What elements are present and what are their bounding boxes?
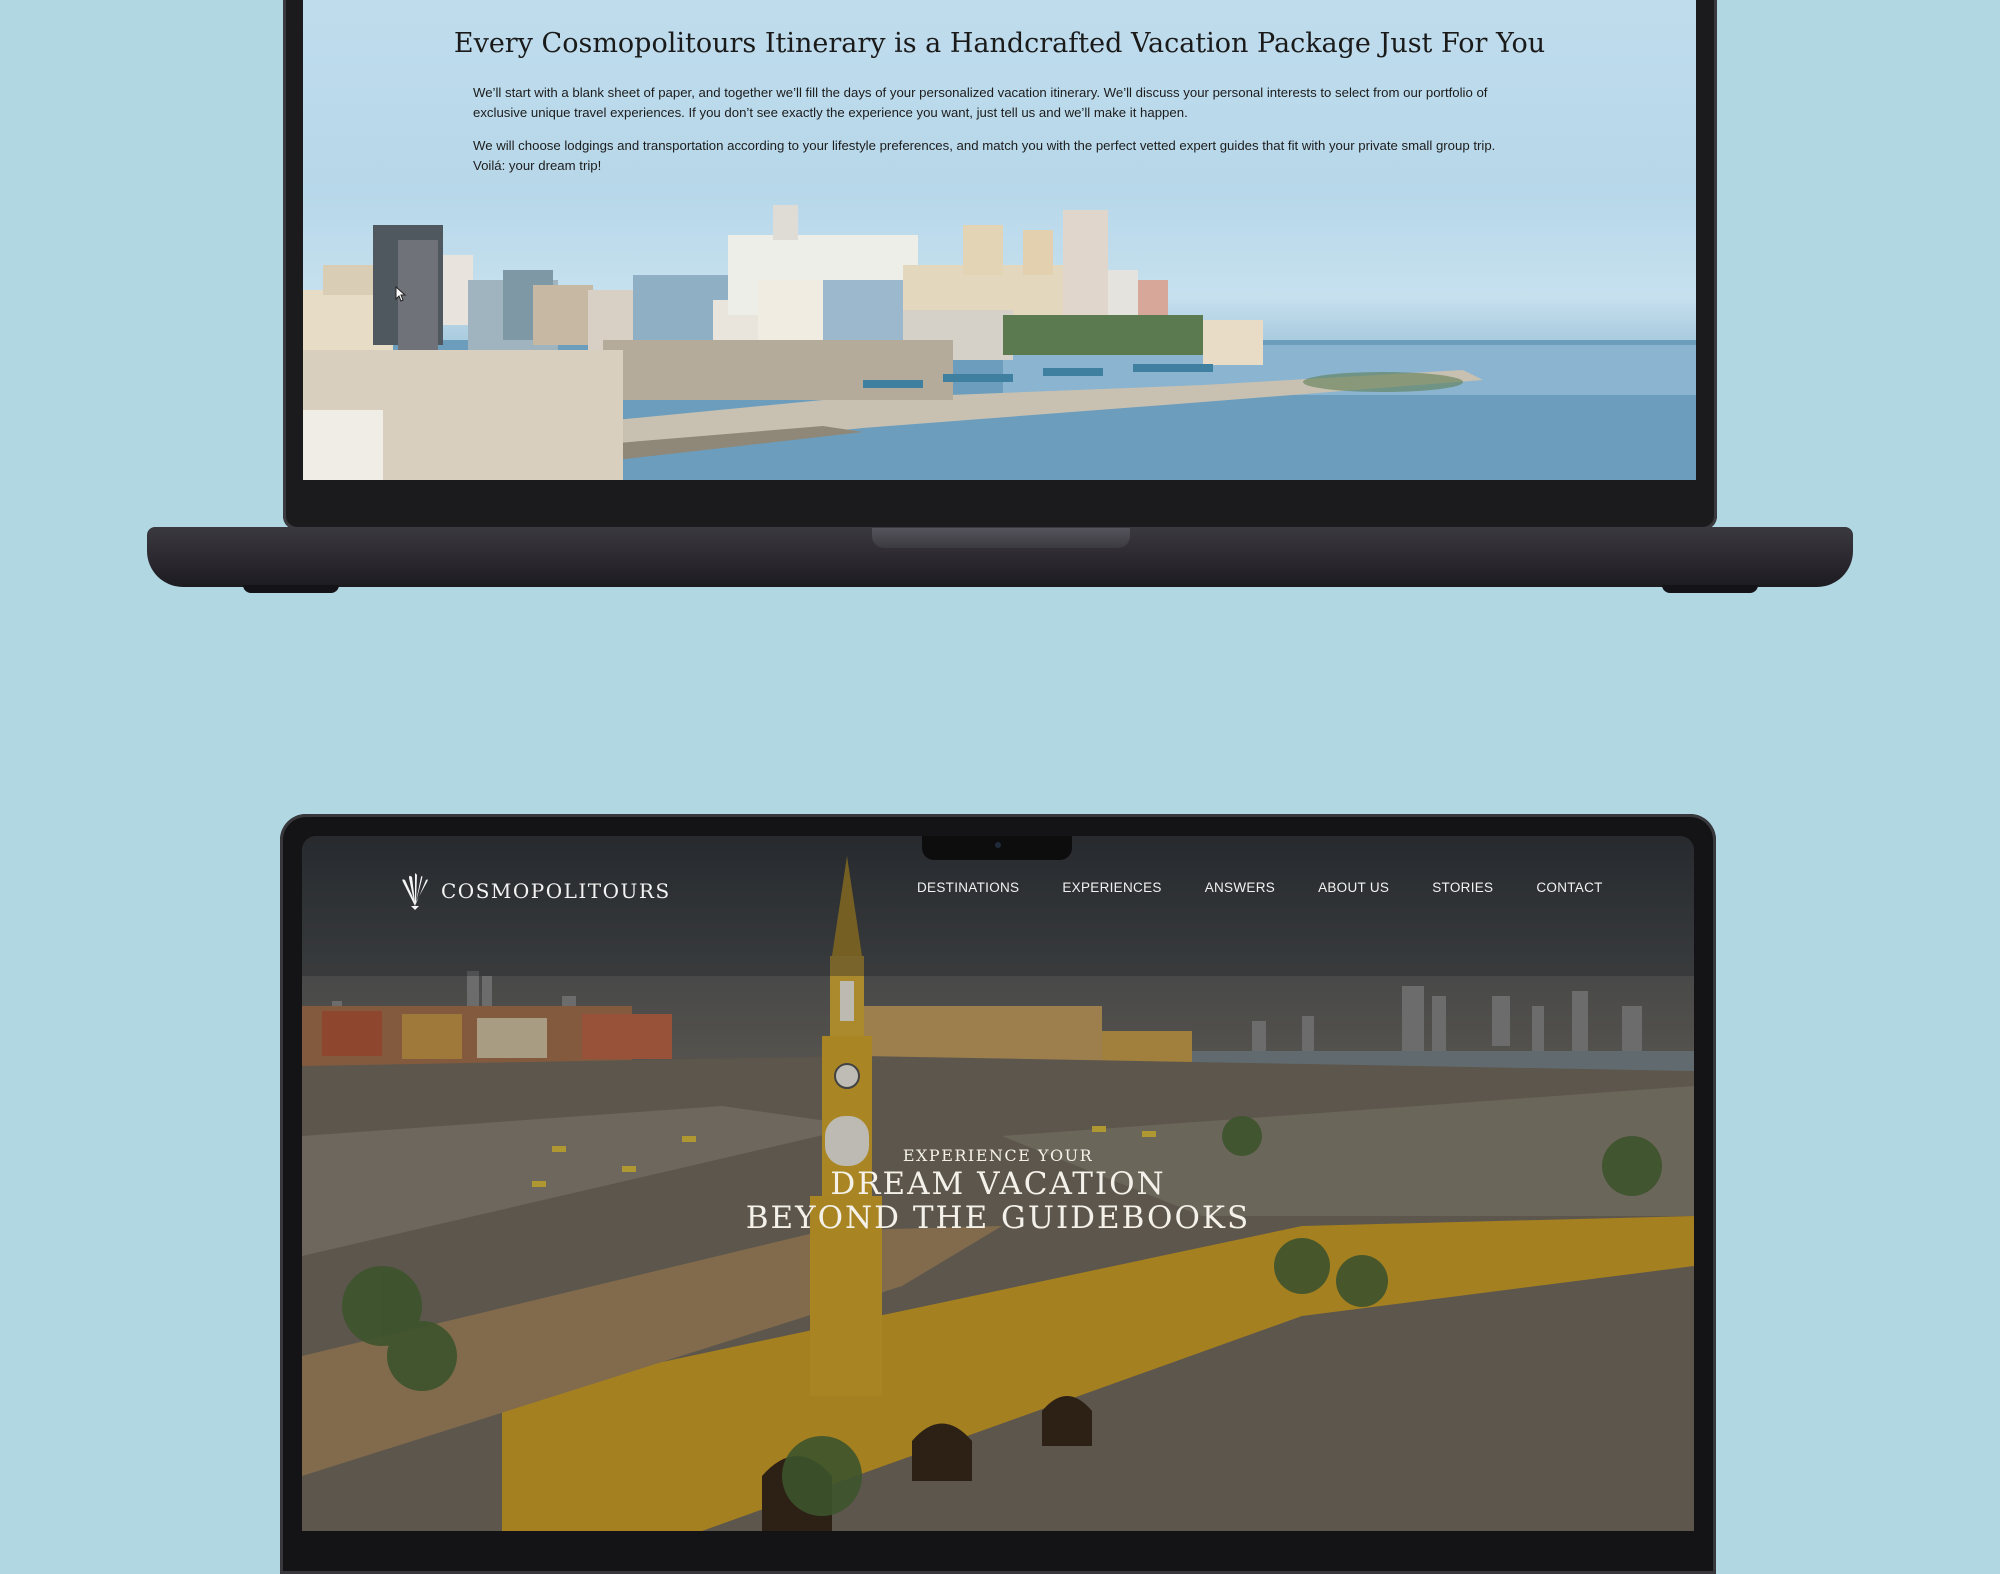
nav-about-us[interactable]: ABOUT US <box>1318 880 1389 895</box>
nav-contact[interactable]: CONTACT <box>1536 880 1602 895</box>
nav-stories[interactable]: STORIES <box>1432 880 1493 895</box>
hero-kicker: EXPERIENCE YOUR <box>902 1146 1094 1165</box>
itinerary-headline: Every Cosmopolitours Itinerary is a Hand… <box>453 28 1546 59</box>
home-page-screen: COSMOPOLITOURS DESTINATIONS EXPERIENCES … <box>302 836 1694 1531</box>
laptop-top-opening-notch <box>872 528 1130 548</box>
logo-text: COSMOPOLITOURS <box>441 879 671 903</box>
site-logo[interactable]: COSMOPOLITOURS <box>397 872 671 910</box>
laptop-top-foot-right <box>1662 585 1758 593</box>
havana-skyline-image <box>303 205 1696 480</box>
camera-notch <box>922 836 1072 860</box>
logo-emblem-icon <box>402 873 428 910</box>
main-navigation: DESTINATIONS EXPERIENCES ANSWERS ABOUT U… <box>917 880 1603 895</box>
cursor-icon <box>395 286 407 302</box>
hero-title-line-1: DREAM VACATION <box>830 1166 1166 1202</box>
laptop-top-foot-left <box>243 585 339 593</box>
camera-icon <box>995 842 1001 848</box>
itinerary-page-screen: Every Cosmopolitours Itinerary is a Hand… <box>303 0 1696 480</box>
nav-destinations[interactable]: DESTINATIONS <box>917 880 1019 895</box>
hero-title-line-2: BEYOND THE GUIDEBOOKS <box>745 1200 1251 1236</box>
nav-experiences[interactable]: EXPERIENCES <box>1062 880 1161 895</box>
nav-answers[interactable]: ANSWERS <box>1205 880 1275 895</box>
itinerary-paragraph-1: We’ll start with a blank sheet of paper,… <box>473 85 1488 120</box>
